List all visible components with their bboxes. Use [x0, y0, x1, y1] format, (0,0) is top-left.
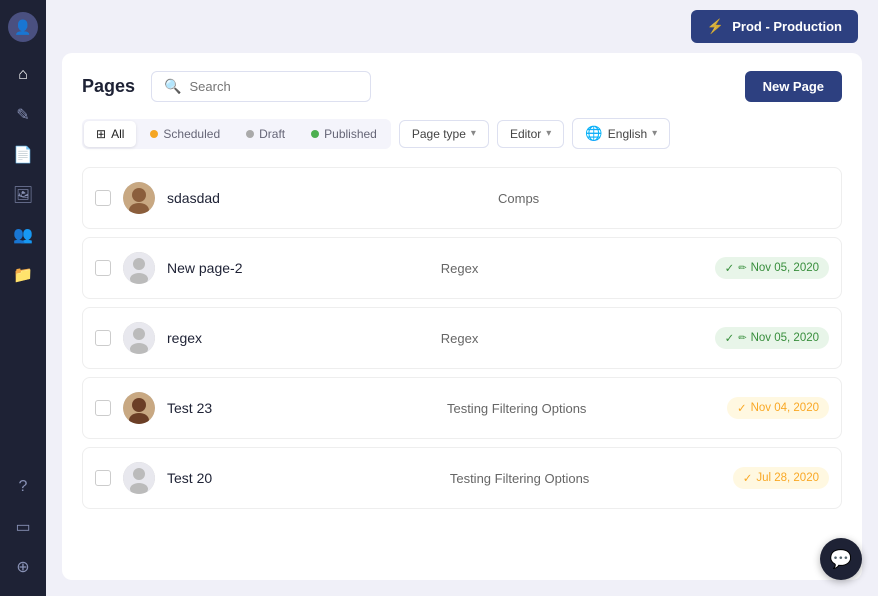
sidebar-item-pages[interactable]: 📄: [6, 138, 40, 172]
page-name: regex: [167, 330, 441, 346]
page-type-value: Regex: [441, 331, 715, 346]
sidebar-item-users[interactable]: 👥: [6, 218, 40, 252]
pages-list: sdasdad Comps New page-2 Regex ✓ ✏ Nov 0…: [82, 167, 842, 509]
new-page-button[interactable]: New Page: [745, 71, 842, 102]
status-date-text: Nov 05, 2020: [751, 262, 819, 274]
scheduled-dot: [150, 130, 158, 138]
check-icon: ✓: [725, 261, 735, 275]
page-type-chevron: ▾: [471, 128, 476, 139]
sidebar-item-blog[interactable]: ✎: [6, 98, 40, 132]
sidebar-item-settings[interactable]: ▭: [6, 510, 40, 544]
status-filter-group: ⊞ All Scheduled Draft Published: [82, 119, 391, 149]
filter-draft[interactable]: Draft: [234, 121, 297, 147]
language-chevron: ▾: [652, 128, 657, 139]
page-type-value: Testing Filtering Options: [447, 401, 727, 416]
user-avatar[interactable]: 👤: [8, 12, 38, 42]
filter-all-label: All: [111, 127, 124, 141]
page-title: Pages: [82, 76, 135, 97]
avatar: [123, 322, 155, 354]
table-row[interactable]: New page-2 Regex ✓ ✏ Nov 05, 2020: [82, 237, 842, 299]
status-badge: ✓ Jul 28, 2020: [733, 467, 829, 489]
sidebar-item-media[interactable]: 🖼: [6, 178, 40, 212]
avatar-icon: 👤: [14, 19, 31, 36]
table-row[interactable]: regex Regex ✓ ✏ Nov 05, 2020: [82, 307, 842, 369]
filter-all[interactable]: ⊞ All: [84, 121, 136, 147]
all-icon: ⊞: [96, 127, 106, 141]
chat-bubble[interactable]: 💬: [820, 538, 862, 580]
row-checkbox[interactable]: [95, 330, 111, 346]
topbar: ⚡ Prod - Production: [46, 0, 878, 53]
row-status: ✓ ✏ Nov 05, 2020: [715, 257, 829, 279]
row-checkbox[interactable]: [95, 260, 111, 276]
page-type-dropdown[interactable]: Page type ▾: [399, 120, 489, 148]
sidebar-item-more[interactable]: ⊕: [6, 550, 40, 584]
filter-published-label: Published: [324, 127, 377, 141]
page-name: New page-2: [167, 260, 441, 276]
avatar: [123, 392, 155, 424]
language-dropdown[interactable]: 🌐 English ▾: [572, 118, 670, 149]
row-status: ✓ Jul 28, 2020: [733, 467, 829, 489]
editor-dropdown[interactable]: Editor ▾: [497, 120, 564, 148]
status-badge: ✓ ✏ Nov 05, 2020: [715, 327, 829, 349]
prod-icon: ⚡: [707, 18, 724, 35]
avatar: [123, 252, 155, 284]
page-name: Test 23: [167, 400, 447, 416]
filter-scheduled[interactable]: Scheduled: [138, 121, 232, 147]
draft-dot: [246, 130, 254, 138]
avatar: [123, 182, 155, 214]
status-badge: ✓ Nov 04, 2020: [727, 397, 829, 419]
status-badge: ✓ ✏ Nov 05, 2020: [715, 257, 829, 279]
check-icon: ✓: [725, 331, 735, 345]
status-date-text: Jul 28, 2020: [756, 472, 819, 484]
sidebar-item-home[interactable]: ⌂: [6, 58, 40, 92]
language-label: English: [608, 127, 647, 141]
pages-title-row: Pages 🔍: [82, 71, 371, 102]
editor-label: Editor: [510, 127, 541, 141]
table-row[interactable]: sdasdad Comps: [82, 167, 842, 229]
edit-icon: ✏: [738, 333, 746, 344]
page-type-label: Page type: [412, 127, 466, 141]
main-content: ⚡ Prod - Production Pages 🔍 New Page ⊞ A…: [46, 0, 878, 596]
row-status: ✓ Nov 04, 2020: [727, 397, 829, 419]
filter-scheduled-label: Scheduled: [163, 127, 220, 141]
page-type-value: Regex: [441, 261, 715, 276]
check-icon: ✓: [743, 471, 753, 485]
sidebar-item-help[interactable]: ?: [6, 470, 40, 504]
page-type-value: Comps: [498, 191, 829, 206]
avatar: [123, 462, 155, 494]
search-wrapper: 🔍: [151, 71, 371, 102]
status-date-text: Nov 04, 2020: [751, 402, 819, 414]
page-type-value: Testing Filtering Options: [450, 471, 733, 486]
filter-bar: ⊞ All Scheduled Draft Published Page typ…: [82, 118, 842, 149]
search-icon: 🔍: [164, 78, 181, 95]
prod-production-button[interactable]: ⚡ Prod - Production: [691, 10, 858, 43]
row-checkbox[interactable]: [95, 470, 111, 486]
globe-icon: 🌐: [585, 125, 602, 142]
table-row[interactable]: Test 23 Testing Filtering Options ✓ Nov …: [82, 377, 842, 439]
content-area: Pages 🔍 New Page ⊞ All Scheduled: [62, 53, 862, 580]
check-icon: ✓: [737, 401, 747, 415]
filter-draft-label: Draft: [259, 127, 285, 141]
editor-chevron: ▾: [546, 128, 551, 139]
status-date-text: Nov 05, 2020: [751, 332, 819, 344]
page-name: sdasdad: [167, 190, 498, 206]
sidebar-item-folders[interactable]: 📁: [6, 258, 40, 292]
search-input[interactable]: [189, 79, 358, 94]
pages-header: Pages 🔍 New Page: [82, 71, 842, 102]
edit-icon: ✏: [738, 263, 746, 274]
sidebar: 👤 ⌂ ✎ 📄 🖼 👥 📁 ? ▭ ⊕: [0, 0, 46, 596]
row-status: ✓ ✏ Nov 05, 2020: [715, 327, 829, 349]
page-name: Test 20: [167, 470, 450, 486]
table-row[interactable]: Test 20 Testing Filtering Options ✓ Jul …: [82, 447, 842, 509]
prod-button-label: Prod - Production: [732, 19, 842, 34]
filter-published[interactable]: Published: [299, 121, 389, 147]
row-checkbox[interactable]: [95, 400, 111, 416]
published-dot: [311, 130, 319, 138]
row-checkbox[interactable]: [95, 190, 111, 206]
